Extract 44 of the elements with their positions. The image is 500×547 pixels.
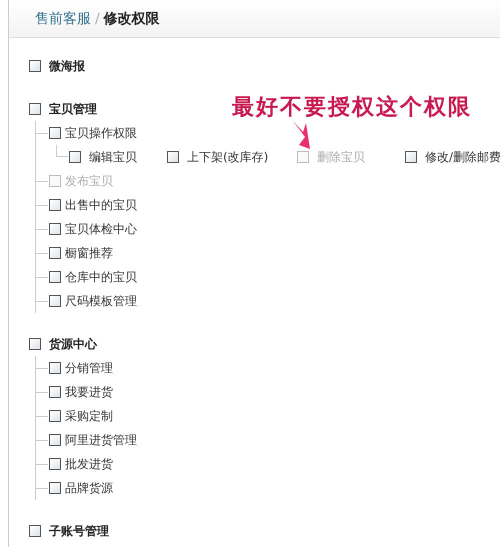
checkbox[interactable] (49, 223, 61, 235)
permission-label: 子账号管理 (49, 522, 109, 540)
checkbox[interactable] (49, 410, 61, 422)
permission-label: 阿里进货管理 (65, 432, 137, 448)
checkbox[interactable] (49, 362, 61, 374)
permission-label: 宝贝管理 (49, 100, 97, 118)
permission-label: 尺码模板管理 (65, 292, 137, 310)
permission-label: 橱窗推荐 (65, 244, 113, 262)
checkbox[interactable] (69, 151, 81, 163)
checkbox[interactable] (49, 386, 61, 398)
checkbox[interactable] (29, 525, 41, 537)
breadcrumb-link[interactable]: 售前客服 (35, 10, 91, 28)
permission-label: 宝贝操作权限 (65, 124, 137, 142)
checkbox[interactable] (405, 151, 417, 163)
permission-label: 删除宝贝 (317, 148, 365, 166)
permission-label: 货源中心 (49, 336, 97, 352)
page-title: 修改权限 (104, 10, 160, 28)
checkbox[interactable] (29, 338, 41, 350)
permission-label: 微海报 (49, 58, 85, 74)
checkbox[interactable] (49, 458, 61, 470)
checkbox[interactable] (29, 60, 41, 72)
permission-label: 上下架(改库存) (187, 148, 268, 166)
checkbox[interactable] (29, 103, 41, 115)
permission-label: 编辑宝贝 (89, 148, 137, 166)
warning-annotation: 最好不要授权这个权限 (232, 94, 472, 122)
permission-label: 仓库中的宝贝 (65, 268, 137, 286)
checkbox[interactable] (49, 271, 61, 283)
permission-label: 品牌货源 (65, 480, 113, 496)
checkbox[interactable] (49, 295, 61, 307)
checkbox[interactable] (167, 151, 179, 163)
tree-connector (56, 145, 68, 157)
permission-label: 出售中的宝贝 (65, 196, 137, 214)
checkbox[interactable] (49, 127, 61, 139)
checkbox[interactable] (49, 199, 61, 211)
permission-label: 宝贝体检中心 (65, 220, 137, 238)
permission-label: 我要进货 (65, 384, 113, 400)
checkbox[interactable] (49, 247, 61, 259)
permission-label: 批发进货 (65, 456, 113, 472)
breadcrumb-separator: / (95, 10, 100, 26)
permission-label: 发布宝贝 (65, 172, 113, 190)
checkbox[interactable] (49, 434, 61, 446)
checkbox[interactable] (49, 482, 61, 494)
permission-label: 分销管理 (65, 360, 113, 376)
permission-label: 采购定制 (65, 408, 113, 424)
